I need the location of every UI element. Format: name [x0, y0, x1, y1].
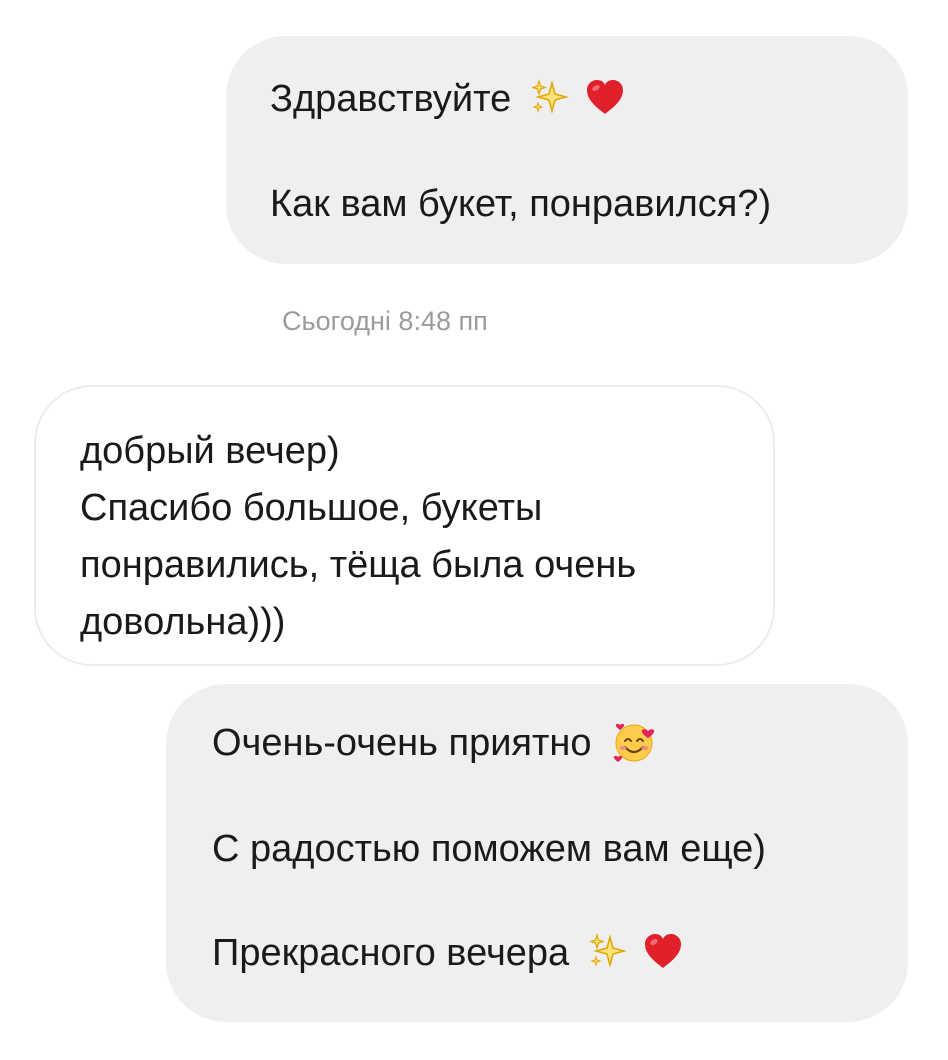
message-text: С радостью поможем вам еще) [212, 827, 766, 870]
incoming-message-bubble[interactable]: добрый вечер) Спасибо большое, букеты по… [34, 385, 775, 666]
red-heart-icon [642, 931, 684, 971]
message-text: Спасибо большое, букеты [80, 487, 543, 529]
message-text: понравились, тёща была очень [80, 544, 637, 586]
sparkles-icon [530, 77, 570, 117]
message-text: добрый вечер) [80, 430, 340, 472]
message-timestamp: Сьогодні 8:48 пп [282, 306, 488, 336]
message-text: Прекрасного вечера [212, 932, 570, 975]
message-gap [270, 124, 908, 181]
outgoing-message-bubble[interactable]: Очень-очень приятно С радостью поможем в… [166, 684, 908, 1022]
message-text: довольна))) [80, 601, 286, 643]
message-gap [212, 769, 908, 826]
sparkles-icon [588, 931, 628, 971]
message-text: Здравствуйте [270, 78, 512, 120]
message-line: Здравствуйте [270, 76, 908, 124]
message-text: Очень-очень приятно [212, 722, 592, 764]
red-heart-icon [584, 77, 626, 117]
message-line: Прекрасного вечера [212, 930, 908, 978]
smiling-face-with-hearts-icon [610, 717, 658, 765]
message-gap [212, 873, 908, 930]
message-text: Как вам букет, понравился?) [270, 182, 772, 225]
outgoing-message-bubble[interactable]: Здравствуйте Как вам букет, понравился?) [226, 36, 908, 264]
message-line: Очень-очень приятно [212, 720, 908, 769]
